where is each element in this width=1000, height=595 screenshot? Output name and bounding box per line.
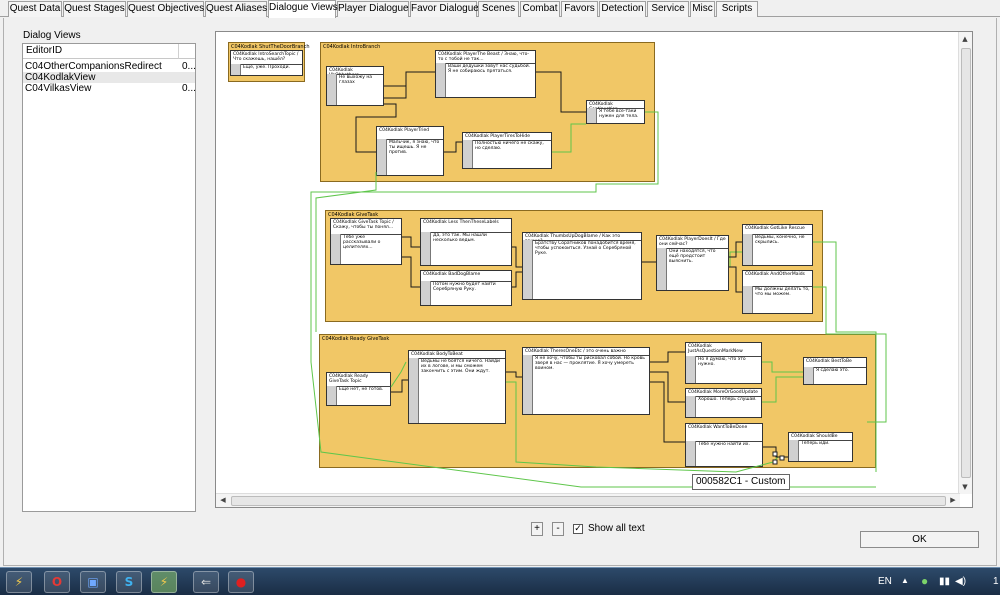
list-item[interactable]: C04KodlakView: [23, 72, 195, 83]
link-line: [813, 286, 887, 423]
vertical-scrollbar[interactable]: ▲ ▼: [958, 32, 972, 494]
bolt-icon[interactable]: ⚡: [6, 571, 32, 593]
tab-detection[interactable]: Detection: [599, 1, 646, 17]
tray-status-icon[interactable]: ●: [921, 574, 928, 588]
zoom-out-button[interactable]: -: [552, 522, 564, 536]
show-all-text-checkbox[interactable]: ✓: [573, 524, 583, 534]
tab-misc[interactable]: Misc: [690, 1, 715, 17]
network-icon[interactable]: ▮▮: [939, 576, 950, 587]
tab-quest-aliases[interactable]: Quest Aliases: [205, 1, 267, 17]
horizontal-scrollbar[interactable]: ◀ ▶: [216, 493, 960, 507]
list-item-editorid: C04KodlakView: [25, 72, 96, 83]
link-line: [506, 381, 779, 473]
link-line: [315, 172, 377, 332]
save-icon[interactable]: ▣: [80, 571, 106, 593]
clock[interactable]: 1: [993, 576, 999, 587]
link-line: [650, 371, 685, 403]
link-line: [310, 111, 876, 488]
show-all-text-label: Show all text: [588, 523, 645, 534]
list-item-extra: 0...: [182, 83, 196, 94]
tab-favors[interactable]: Favors: [561, 1, 598, 17]
link-line: [813, 241, 877, 472]
link-line: [512, 246, 522, 268]
link-line: [384, 72, 407, 99]
ok-button[interactable]: OK: [860, 531, 979, 548]
link-handles: [772, 451, 785, 465]
link-line: [384, 71, 435, 87]
scroll-up-icon[interactable]: ▲: [959, 34, 971, 44]
column-header-extra[interactable]: [179, 44, 195, 59]
list-item-editorid: C04OtherCompanionsRedirect: [25, 61, 162, 72]
scroll-right-icon[interactable]: ▶: [947, 495, 959, 505]
arrow-icon[interactable]: ⇐: [193, 571, 219, 593]
link-line: [390, 361, 407, 388]
tab-quest-stages[interactable]: Quest Stages: [63, 1, 126, 17]
list-item[interactable]: C04VilkasView 0...: [23, 83, 195, 94]
list-item[interactable]: C04OtherCompanionsRedirect 0...: [23, 61, 195, 72]
tab-scripts[interactable]: Scripts: [716, 1, 758, 17]
link-line: [536, 71, 586, 113]
language-indicator[interactable]: EN: [878, 576, 892, 587]
link-line: [552, 123, 586, 153]
node-tooltip: 000582C1 - Custom: [692, 474, 790, 490]
vertical-scroll-thumb[interactable]: [961, 48, 971, 478]
tab-bar: Quest Data Quest Stages Quest Objectives…: [0, 0, 1000, 18]
link-line: [355, 103, 397, 153]
connector-lines: [310, 71, 887, 488]
link-line: [762, 361, 803, 373]
link-line: [762, 376, 803, 403]
link-line: [729, 241, 742, 258]
link-handle: [772, 451, 778, 457]
tab-favor-dialogue[interactable]: Favor Dialogue: [410, 1, 479, 17]
link-handle: [779, 455, 785, 461]
scroll-left-icon[interactable]: ◀: [217, 495, 229, 505]
link-handle: [772, 459, 778, 465]
column-header-editorid[interactable]: EditorID: [23, 44, 179, 59]
link-line: [506, 371, 522, 378]
tab-dialogue-views[interactable]: Dialogue Views: [268, 0, 338, 18]
taskbar: ⚡ O ▣ S ⚡ ⇐ ● EN ▲ ● ▮▮ ◀) 1: [0, 567, 1000, 595]
tab-combat[interactable]: Combat: [520, 1, 560, 17]
link-line: [402, 236, 420, 248]
tab-quest-data[interactable]: Quest Data: [8, 1, 62, 17]
link-line: [444, 141, 462, 153]
link-line: [402, 256, 420, 288]
tray-arrow-icon[interactable]: ▲: [901, 576, 909, 585]
bolt-icon[interactable]: ⚡: [151, 571, 177, 593]
list-item-editorid: C04VilkasView: [25, 83, 92, 94]
link-line: [512, 271, 522, 288]
record-icon[interactable]: ●: [228, 571, 254, 593]
dialog-views-list[interactable]: EditorID C04OtherCompanionsRedirect 0...…: [22, 43, 196, 512]
link-line: [650, 351, 685, 363]
dialogue-graph-canvas[interactable]: C04Kodlak ShutTheDoorBranch C04Kodlak In…: [215, 31, 973, 508]
link-line: [729, 266, 742, 293]
list-item-extra: 0...: [182, 61, 196, 72]
tab-quest-objectives[interactable]: Quest Objectives: [127, 1, 204, 17]
scroll-down-icon[interactable]: ▼: [959, 482, 971, 492]
zoom-in-button[interactable]: +: [531, 522, 543, 536]
dialog-views-label: Dialog Views: [23, 30, 81, 41]
horizontal-scroll-thumb[interactable]: [231, 496, 946, 506]
opera-icon[interactable]: O: [44, 571, 70, 593]
volume-icon[interactable]: ◀): [955, 576, 966, 587]
skype-icon[interactable]: S: [116, 571, 142, 593]
tab-player-dialogue[interactable]: Player Dialogue: [337, 1, 409, 17]
tab-scenes[interactable]: Scenes: [478, 1, 519, 17]
link-line: [391, 379, 408, 393]
tab-service[interactable]: Service: [647, 1, 689, 17]
